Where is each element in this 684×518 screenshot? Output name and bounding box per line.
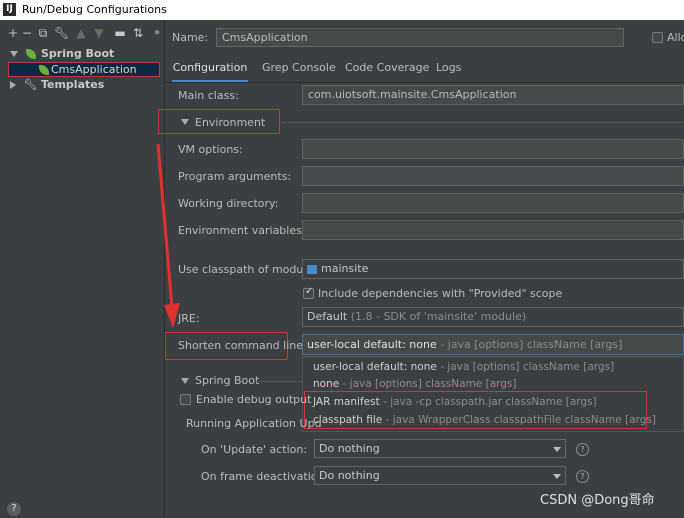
spring-boot-icon (25, 49, 36, 59)
program-arguments-label: Program arguments: (178, 170, 292, 183)
tree-label: Templates (40, 78, 105, 91)
jre-value: Default (307, 310, 348, 323)
configurations-sidebar: + − ⧉ 🔧︎ ▲ ▼ ▬ ⇅ » Spring Boot CmsApplic… (0, 20, 165, 518)
name-field[interactable]: CmsApplication (216, 28, 624, 47)
dropdown-option[interactable]: none - java [options] className [args] (313, 376, 517, 392)
tree-item-cms-application[interactable]: CmsApplication (8, 62, 160, 77)
help-icon[interactable]: ? (576, 443, 589, 456)
enable-debug-checkbox[interactable] (180, 394, 191, 405)
tab-configuration[interactable]: Configuration (172, 60, 248, 83)
help-icon[interactable]: ? (7, 502, 21, 516)
on-update-label: On 'Update' action: (201, 443, 308, 456)
main-class-label: Main class: (178, 89, 239, 102)
annotation-arrow (156, 143, 180, 328)
chevron-right-icon (10, 81, 16, 89)
allow-parallel-label: Allo (667, 31, 684, 44)
vm-options-field[interactable] (302, 139, 684, 159)
option-detail: - java [options] className [args] (440, 361, 615, 373)
environment-variables-label: Environment variables: (178, 224, 306, 237)
add-icon[interactable]: + (7, 26, 19, 40)
annotation-box-jar-classpath (304, 391, 647, 429)
copy-icon[interactable]: ⧉ (37, 26, 49, 40)
chevron-down-icon (10, 51, 18, 57)
more-icon[interactable]: » (151, 26, 163, 40)
include-dependencies-label: Include dependencies with "Provided" sco… (318, 287, 563, 300)
option-label: user-local default: none (313, 361, 437, 373)
working-directory-label: Working directory: (178, 197, 279, 210)
main-class-field[interactable]: com.uiotsoft.mainsite.CmsApplication (302, 85, 684, 105)
help-icon[interactable]: ? (576, 470, 589, 483)
shorten-command-line-label: Shorten command line: (178, 339, 307, 352)
on-frame-deactivation-label: On frame deactivation: (201, 470, 329, 483)
spring-boot-section-label[interactable]: Spring Boot (195, 374, 259, 387)
section-divider (282, 122, 684, 123)
include-dependencies-checkbox[interactable] (303, 286, 314, 299)
on-update-combo[interactable]: Do nothing (314, 439, 566, 458)
wrench-icon[interactable]: 🔧︎ (54, 26, 69, 40)
window-title: Run/Debug Configurations (22, 3, 167, 16)
module-folder-icon (307, 264, 317, 274)
jre-detail: (1.8 - SDK of 'mainsite' module) (350, 310, 527, 323)
allow-parallel-checkbox[interactable] (652, 32, 663, 43)
jre-combo[interactable]: Default (1.8 - SDK of 'mainsite' module) (302, 307, 684, 327)
spring-boot-app-icon (39, 65, 49, 75)
enable-debug-label: Enable debug output (196, 393, 312, 406)
tree-item-spring-boot[interactable]: Spring Boot (10, 46, 114, 61)
tab-grep-console[interactable]: Grep Console (262, 60, 336, 80)
shorten-command-line-combo[interactable]: user-local default: none - java [options… (302, 334, 684, 355)
tree-label: Spring Boot (41, 47, 115, 60)
tab-code-coverage[interactable]: Code Coverage (345, 60, 429, 80)
section-divider (256, 381, 302, 382)
chevron-down-icon (553, 474, 561, 479)
classpath-module-value: mainsite (321, 262, 369, 275)
on-frame-deactivation-combo[interactable]: Do nothing (314, 466, 566, 485)
on-frame-deactivation-value: Do nothing (319, 469, 380, 482)
chevron-down-icon[interactable] (181, 119, 189, 125)
shorten-value: user-local default: none (307, 338, 437, 351)
classpath-module-label: Use classpath of module: (178, 263, 317, 276)
folder-icon[interactable]: ▬ (114, 26, 126, 40)
dropdown-option[interactable]: user-local default: none - java [options… (313, 359, 614, 375)
shorten-detail: - java [options] className [args] (440, 338, 623, 351)
remove-icon[interactable]: − (21, 26, 33, 40)
csdn-watermark: CSDN @Dong哥命 (540, 493, 655, 508)
title-bar: IJ Run/Debug Configurations (0, 0, 684, 20)
tree-item-templates[interactable]: 🔧︎ Templates (10, 77, 104, 92)
tree-label: CmsApplication (51, 63, 137, 76)
tabs-divider (166, 82, 684, 83)
environment-variables-field[interactable] (302, 220, 684, 240)
sort-icon[interactable]: ⇅ (132, 26, 144, 40)
working-directory-field[interactable] (302, 193, 684, 213)
on-update-value: Do nothing (319, 442, 380, 455)
option-detail: - java [options] className [args] (342, 378, 517, 390)
option-label: none (313, 378, 340, 390)
program-arguments-field[interactable] (302, 166, 684, 186)
tab-logs[interactable]: Logs (436, 60, 461, 80)
chevron-down-icon[interactable] (181, 378, 189, 384)
running-application-label: Running Application Upd (186, 417, 322, 430)
move-up-icon[interactable]: ▲ (75, 26, 87, 40)
wrench-icon: 🔧︎ (23, 78, 38, 91)
environment-section-label[interactable]: Environment (195, 116, 265, 129)
intellij-app-icon: IJ (3, 3, 16, 16)
name-label: Name: (172, 31, 209, 44)
move-down-icon[interactable]: ▼ (93, 26, 105, 40)
chevron-down-icon (553, 447, 561, 452)
classpath-module-combo[interactable]: mainsite (302, 259, 684, 279)
